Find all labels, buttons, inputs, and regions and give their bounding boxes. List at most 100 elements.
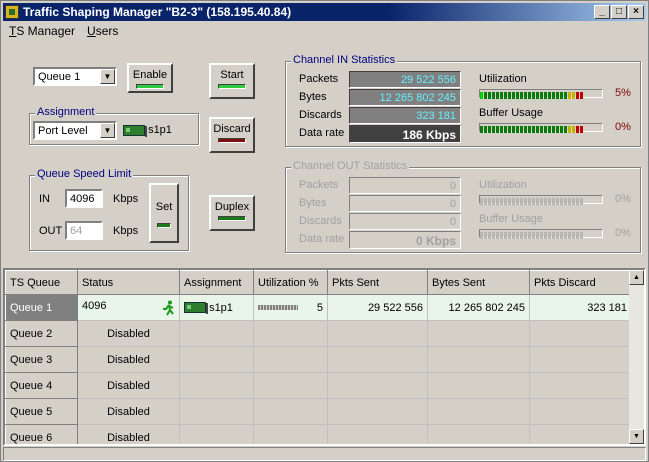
- close-button[interactable]: ×: [628, 5, 644, 19]
- assignment-cell: [179, 372, 254, 399]
- out-rate-label: Data rate: [299, 233, 345, 245]
- in-util-bar: [479, 89, 603, 99]
- status-bar: [3, 447, 646, 461]
- pkts-discard-cell: 323 181: [529, 294, 632, 321]
- menu-ts-manager[interactable]: TS Manager: [3, 24, 81, 38]
- table-row[interactable]: Queue 5 Disabled: [5, 398, 632, 425]
- discard-button[interactable]: Discard: [209, 117, 255, 153]
- out-rate-value: 0 Kbps: [349, 231, 461, 249]
- network-card-icon: [123, 124, 147, 137]
- scroll-down-icon[interactable]: ▼: [629, 429, 644, 444]
- duplex-label: Duplex: [214, 201, 250, 213]
- utilization-mini-bar: [258, 305, 298, 311]
- in-util-pct: 5%: [615, 87, 631, 99]
- assignment-port-label: s1p1: [148, 124, 172, 136]
- bytes-sent-cell: [427, 372, 530, 399]
- pkts-discard-cell: [529, 372, 632, 399]
- network-card-icon: [184, 302, 208, 315]
- status-value: 4096: [82, 299, 107, 312]
- table-header-row: TS Queue Status Assignment Utilization % Pkt…: [5, 270, 632, 295]
- maximize-button[interactable]: □: [611, 5, 627, 19]
- in-bytes-value: 12 265 802 245: [349, 89, 461, 106]
- column-header[interactable]: Utilization %: [253, 270, 328, 295]
- table-row[interactable]: Queue 4 Disabled: [5, 372, 632, 399]
- menu-bar: TS Manager Users: [3, 22, 124, 40]
- enable-button[interactable]: Enable: [127, 63, 173, 93]
- out-bytes-label: Bytes: [299, 197, 327, 209]
- running-man-icon: [161, 300, 175, 316]
- queue-table-panel: TS Queue Status Assignment Utilization % Pkt…: [3, 268, 646, 446]
- in-bytes-label: Bytes: [299, 91, 327, 103]
- bytes-sent-cell: [427, 398, 530, 425]
- duplex-led: [218, 216, 246, 221]
- out-speed-input[interactable]: 64: [65, 221, 103, 240]
- set-button[interactable]: Set: [149, 183, 179, 243]
- in-buffer-pct: 0%: [615, 121, 631, 133]
- in-discards-value: 323 181: [349, 107, 461, 124]
- bytes-sent-cell: [427, 346, 530, 373]
- out-util-pct: 0%: [615, 193, 631, 205]
- menu-users[interactable]: Users: [81, 24, 124, 38]
- out-bytes-value: 0: [349, 195, 461, 212]
- bytes-sent-cell: [427, 320, 530, 347]
- out-packets-value: 0: [349, 177, 461, 194]
- minimize-button[interactable]: _: [594, 5, 610, 19]
- queue-name-cell: Queue 3: [5, 346, 78, 373]
- column-header[interactable]: Status: [77, 270, 180, 295]
- table-row[interactable]: Queue 1 4096 s1p1 5 29 522 556 12 265 802 24…: [5, 294, 632, 321]
- column-header[interactable]: TS Queue: [5, 270, 78, 295]
- assignment-cell: s1p1: [179, 294, 254, 321]
- assignment-cell: [179, 398, 254, 425]
- status-cell: Disabled: [77, 398, 180, 425]
- in-util-label: Utilization: [479, 73, 527, 85]
- duplex-button[interactable]: Duplex: [209, 195, 255, 231]
- app-icon: [5, 5, 19, 19]
- in-rate-value: 186 Kbps: [349, 125, 461, 143]
- column-header[interactable]: Pkts Discard: [529, 270, 632, 295]
- enable-led: [136, 84, 164, 89]
- scroll-up-icon[interactable]: ▲: [629, 270, 644, 285]
- utilization-cell: 5: [253, 294, 328, 321]
- utilization-cell: [253, 372, 328, 399]
- utilization-cell: [253, 398, 328, 425]
- queue-name-cell: Queue 6: [5, 424, 78, 444]
- bytes-sent-cell: 12 265 802 245: [427, 294, 530, 321]
- chevron-down-icon[interactable]: ▼: [100, 123, 115, 138]
- assignment-cell: [179, 424, 254, 444]
- chevron-down-icon[interactable]: ▼: [100, 69, 115, 84]
- window-title: Traffic Shaping Manager "B2-3" (158.195.…: [23, 5, 292, 19]
- start-led: [218, 84, 246, 89]
- in-packets-label: Packets: [299, 73, 339, 85]
- queue-table: TS Queue Status Assignment Utilization % Pkt…: [5, 270, 632, 444]
- utilization-cell: [253, 346, 328, 373]
- out-buffer-bar: [479, 229, 603, 239]
- title-bar[interactable]: Traffic Shaping Manager "B2-3" (158.195.…: [3, 3, 646, 21]
- table-row[interactable]: Queue 2 Disabled: [5, 320, 632, 347]
- set-label: Set: [155, 201, 173, 213]
- out-discards-value: 0: [349, 213, 461, 230]
- enable-label: Enable: [132, 69, 168, 81]
- main-window: Traffic Shaping Manager "B2-3" (158.195.…: [0, 0, 649, 462]
- in-buffer-label: Buffer Usage: [479, 107, 544, 119]
- assignment-cell: [179, 320, 254, 347]
- start-button[interactable]: Start: [209, 63, 255, 99]
- column-header[interactable]: Assignment: [179, 270, 254, 295]
- out-label: OUT: [39, 225, 63, 237]
- column-header[interactable]: Bytes Sent: [427, 270, 530, 295]
- queue-select[interactable]: Queue 1 ▼: [33, 67, 117, 86]
- in-buffer-bar: [479, 123, 603, 133]
- speed-limit-caption: Queue Speed Limit: [35, 168, 134, 180]
- table-row[interactable]: Queue 6 Disabled: [5, 424, 632, 444]
- column-header[interactable]: Pkts Sent: [327, 270, 428, 295]
- vertical-scrollbar[interactable]: ▲ ▼: [629, 270, 644, 444]
- assignment-select[interactable]: Port Level ▼: [33, 121, 117, 140]
- table-row[interactable]: Queue 3 Disabled: [5, 346, 632, 373]
- in-speed-input[interactable]: 4096: [65, 189, 103, 208]
- pkts-discard-cell: [529, 320, 632, 347]
- discard-led: [218, 138, 246, 143]
- out-unit: Kbps: [113, 225, 139, 237]
- out-util-bar: [479, 195, 603, 205]
- status-cell: Disabled: [77, 424, 180, 444]
- pkts-discard-cell: [529, 424, 632, 444]
- pkts-sent-cell: 29 522 556: [327, 294, 428, 321]
